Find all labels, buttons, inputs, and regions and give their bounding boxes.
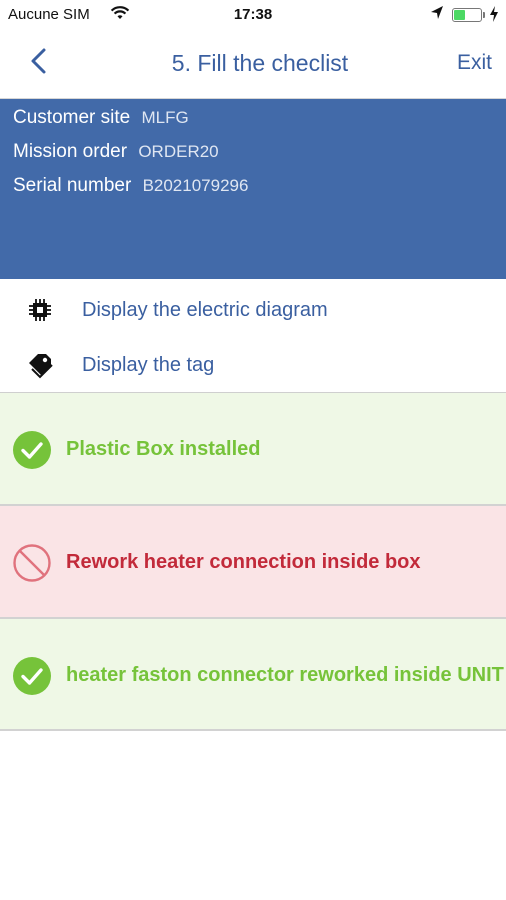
customer-site-value: MLFG bbox=[141, 108, 189, 127]
display-electric-diagram-label: Display the electric diagram bbox=[82, 299, 328, 321]
customer-site-label: Customer site bbox=[13, 107, 131, 128]
checklist-item-label: heater faston connector reworked inside … bbox=[66, 664, 504, 686]
display-tag-label: Display the tag bbox=[82, 354, 215, 376]
checklist-separator bbox=[0, 729, 506, 731]
status-bar: Aucune SIM 17:38 bbox=[0, 0, 506, 30]
charging-bolt-icon bbox=[489, 5, 499, 27]
battery-tip bbox=[483, 12, 485, 18]
battery-icon bbox=[452, 8, 482, 22]
customer-site-row: Customer site MLFG bbox=[13, 107, 189, 129]
display-electric-diagram-link[interactable]: Display the electric diagram bbox=[0, 282, 506, 337]
serial-number-row: Serial number B2021079296 bbox=[13, 175, 248, 197]
page-title: 5. Fill the checlist bbox=[171, 50, 349, 76]
checklist-item[interactable]: heater faston connector reworked inside … bbox=[0, 619, 506, 731]
display-tag-link[interactable]: Display the tag bbox=[0, 337, 506, 392]
checklist-item[interactable]: Rework heater connection inside box bbox=[0, 506, 506, 618]
tags-icon bbox=[26, 351, 54, 379]
mission-order-row: Mission order ORDER20 bbox=[13, 141, 219, 163]
checklist-item-label: Plastic Box installed bbox=[66, 438, 261, 460]
forbidden-circle-icon bbox=[12, 543, 52, 583]
mission-info-panel: Customer site MLFG Mission order ORDER20… bbox=[0, 99, 506, 279]
serial-number-label: Serial number bbox=[13, 175, 132, 196]
navigation-bar: 5. Fill the checlist Exit bbox=[0, 30, 506, 99]
check-circle-icon bbox=[12, 656, 52, 696]
check-circle-icon bbox=[12, 430, 52, 470]
location-arrow-icon bbox=[430, 5, 444, 25]
exit-button[interactable]: Exit bbox=[457, 51, 492, 75]
serial-number-value: B2021079296 bbox=[142, 176, 249, 195]
mission-order-label: Mission order bbox=[13, 141, 128, 162]
mission-order-value: ORDER20 bbox=[138, 142, 219, 161]
chip-icon bbox=[26, 296, 54, 324]
battery-level-fill bbox=[454, 10, 465, 20]
checklist-item[interactable]: Plastic Box installed bbox=[0, 393, 506, 505]
checklist-item-label: Rework heater connection inside box bbox=[66, 551, 421, 573]
